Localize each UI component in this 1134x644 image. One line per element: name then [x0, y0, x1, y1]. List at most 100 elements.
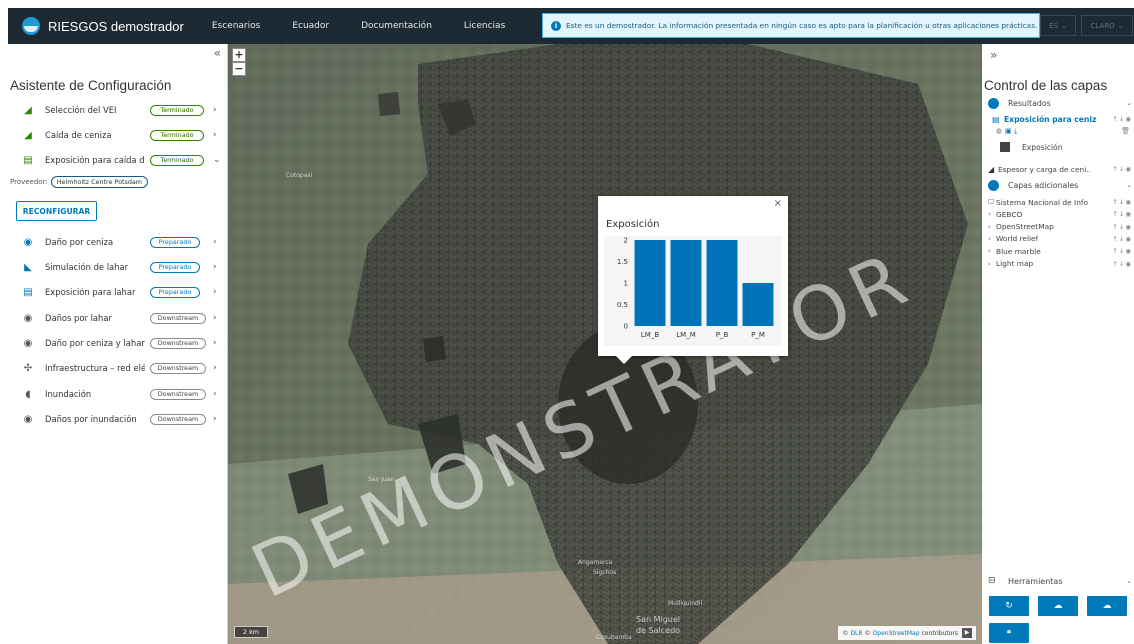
- y-tick-label: 0.5: [617, 301, 628, 309]
- cloud-download-icon: ☁: [1102, 601, 1112, 611]
- reconfigure-button[interactable]: RECONFIGURAR: [16, 201, 97, 221]
- bar-LM_M: [670, 240, 702, 326]
- chevron-down-icon: ⌄: [1126, 577, 1132, 585]
- network-button[interactable]: ⚭: [989, 623, 1029, 643]
- settings-icon[interactable]: ◍: [996, 127, 1002, 135]
- building-icon: ▤: [992, 114, 1000, 124]
- attribution-toggle[interactable]: ▶: [962, 628, 972, 638]
- refresh-icon: ↻: [1005, 601, 1013, 611]
- chevron-icon[interactable]: ⌄: [213, 155, 221, 165]
- map-view[interactable]: Cotopaxi San Juan Angamarca Sigchos Mull…: [228, 44, 982, 644]
- additional-layers-group[interactable]: Capas adicionales ⌄: [982, 178, 1134, 192]
- checkbox-icon[interactable]: ☐: [988, 198, 994, 206]
- demo-alert[interactable]: i Este es un demostrador. La información…: [542, 13, 1040, 38]
- results-group[interactable]: Resultados ⌄: [982, 96, 1134, 110]
- chevron-icon[interactable]: ›: [213, 389, 217, 399]
- step-label: Selección del VEI: [45, 105, 117, 115]
- chevron-right-icon[interactable]: ›: [988, 260, 991, 268]
- extra-layer-item[interactable]: › Light map ↑↓◉: [982, 257, 1134, 271]
- chevron-icon[interactable]: ›: [213, 313, 217, 323]
- chevron-icon[interactable]: ›: [213, 338, 217, 348]
- chevron-icon[interactable]: ›: [213, 237, 217, 247]
- status-badge: Downstream: [150, 413, 206, 425]
- nav-escenarios[interactable]: Escenarios: [212, 21, 260, 31]
- trash-icon[interactable]: 🗑: [1121, 127, 1130, 135]
- layer-controls[interactable]: ↑↓◉: [1112, 260, 1132, 268]
- wizard-step[interactable]: ◣ Simulación de lahar Preparado ›: [8, 257, 228, 277]
- chevron-right-icon[interactable]: ›: [988, 210, 991, 218]
- step-label: Infraestructura – red eléc: [45, 363, 145, 373]
- chevron-icon[interactable]: ›: [213, 287, 217, 297]
- wizard-step[interactable]: ◉ Daños por lahar Downstream ›: [8, 308, 228, 328]
- wizard-step[interactable]: ◉ Daños por inundación Downstream ›: [8, 409, 228, 429]
- cloud-upload-icon: ☁: [1053, 601, 1063, 611]
- step-label: Simulación de lahar: [45, 262, 129, 272]
- y-tick-label: 0: [624, 323, 628, 331]
- nav-documentacion[interactable]: Documentación: [361, 21, 432, 31]
- wizard-step[interactable]: ▤ Exposición para lahar Preparado ›: [8, 282, 228, 302]
- status-badge: Downstream: [150, 312, 206, 324]
- theme-button[interactable]: CLARO ⌄: [1081, 15, 1133, 36]
- brand-title: RIESGOS demostrador: [48, 18, 184, 34]
- bar-P_M: [742, 283, 774, 326]
- double-chevron-right-icon[interactable]: »: [990, 48, 997, 62]
- chevron-icon[interactable]: ›: [213, 130, 217, 140]
- wizard-step[interactable]: ◖ Inundación Downstream ›: [8, 384, 228, 404]
- chevron-icon[interactable]: ›: [213, 414, 217, 424]
- image-icon[interactable]: ▣: [1005, 127, 1012, 135]
- extra-layer-label: OpenStreetMap: [996, 222, 1054, 232]
- wave-icon: ◖: [25, 388, 31, 400]
- nav-licencias[interactable]: Licencias: [464, 21, 505, 31]
- brand-logo[interactable]: RIESGOS demostrador: [22, 17, 184, 35]
- chevron-right-icon[interactable]: ›: [988, 247, 991, 255]
- layer-controls[interactable]: ↑↓◉: [1112, 165, 1132, 173]
- place-label: de Salcedo: [636, 626, 681, 635]
- download-button[interactable]: ☁: [1087, 596, 1127, 616]
- refresh-button[interactable]: ↻: [989, 596, 1029, 616]
- configuration-wizard: « Asistente de Configuración ◢ Selección …: [8, 44, 228, 644]
- close-icon[interactable]: ×: [774, 198, 782, 209]
- language-button[interactable]: ES ⌄: [1040, 15, 1076, 36]
- upload-button[interactable]: ☁: [1038, 596, 1078, 616]
- status-badge: Downstream: [150, 362, 206, 374]
- layer-controls[interactable]: ↑↓◉: [1112, 235, 1132, 243]
- layer-controls[interactable]: ↑↓◉: [1112, 198, 1132, 206]
- legend-swatch: [1000, 142, 1010, 152]
- place-label: Cotopaxi: [286, 172, 313, 179]
- x-tick-label: LM_M: [676, 331, 695, 339]
- legend-row: Exposición: [982, 140, 1134, 154]
- wizard-step[interactable]: ◉ Daño por ceniza Preparado ›: [8, 232, 228, 252]
- wizard-step[interactable]: ▤ Exposición para caída de Terminado ⌄: [8, 150, 228, 170]
- chevron-right-icon[interactable]: ›: [988, 223, 991, 231]
- wizard-step[interactable]: ◢ Caída de ceniza Terminado ›: [8, 125, 228, 145]
- nav-ecuador[interactable]: Ecuador: [292, 21, 329, 31]
- layer-espesor-label: Espesor y carga de ceni...: [998, 164, 1090, 174]
- y-tick-label: 1: [624, 280, 628, 288]
- chevron-icon[interactable]: ›: [213, 262, 217, 272]
- layer-controls[interactable]: ↑↓◉: [1112, 247, 1132, 255]
- step-label: Exposición para lahar: [45, 287, 136, 297]
- layer-espesor[interactable]: ◢ Espesor y carga de ceni... ↑↓◉: [982, 162, 1134, 176]
- layer-controls[interactable]: ↑↓◉: [1112, 210, 1132, 218]
- wizard-step[interactable]: ✣ Infraestructura – red eléc Downstream ›: [8, 358, 228, 378]
- zoom-in-button[interactable]: +: [232, 48, 246, 62]
- wizard-step[interactable]: ◢ Selección del VEI Terminado ›: [8, 100, 228, 120]
- network-icon: ⚭: [1005, 628, 1013, 638]
- double-chevron-left-icon[interactable]: «: [214, 46, 221, 60]
- wizard-step[interactable]: ◉ Daño por ceniza y lahar Downstream ›: [8, 333, 228, 353]
- layer-controls[interactable]: ↑↓◉: [1112, 115, 1132, 123]
- download-icon[interactable]: ⤓: [1014, 127, 1017, 136]
- chevron-icon[interactable]: ›: [213, 105, 217, 115]
- status-badge: Preparado: [150, 286, 200, 298]
- step-label: Daño por ceniza y lahar: [45, 338, 145, 348]
- tools-group[interactable]: ⊟ Herramientas ⌄: [982, 574, 1134, 588]
- chevron-down-icon: ⌄: [1117, 21, 1124, 30]
- target-icon: ◉: [23, 312, 33, 324]
- osm-link[interactable]: OpenStreetMap: [873, 630, 920, 637]
- extra-layer-label: Light map: [996, 259, 1034, 268]
- zoom-out-button[interactable]: −: [232, 62, 246, 76]
- chevron-icon[interactable]: ›: [213, 363, 217, 373]
- chevron-right-icon[interactable]: ›: [988, 235, 991, 243]
- layer-controls[interactable]: ↑↓◉: [1112, 223, 1132, 231]
- dlr-link[interactable]: DLR: [850, 630, 862, 637]
